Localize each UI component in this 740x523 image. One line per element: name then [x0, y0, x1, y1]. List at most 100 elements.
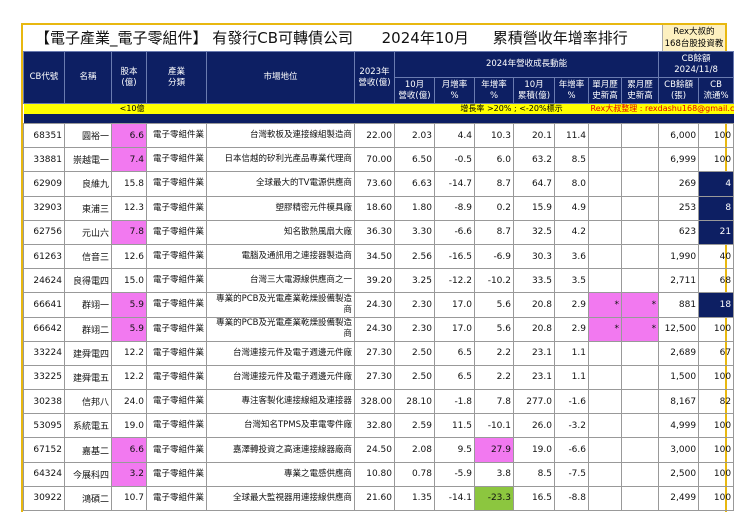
cell-yoy: -6.9	[474, 243, 514, 270]
cell-cum-high: *	[620, 292, 660, 318]
header-mom: 月增率 %	[434, 77, 475, 104]
header-cum-high: 累月歷 史新高	[620, 77, 660, 104]
cell-cb-pct: 68	[698, 268, 735, 294]
table-row: 62756 元山六 7.8 電子零組件業 知名散熱風扇大廠 36.30 3.30 -6.6 8.…	[23, 219, 735, 245]
cell-cb-code: 62909	[23, 171, 65, 197]
cell-oct-rev: 6.50	[394, 147, 435, 173]
table-row: 30238 信邦八 24.0 電子零組件業 專注客製化連接線組及連接器 328.00 28.…	[23, 389, 735, 415]
cell-industry: 電子零組件業	[146, 268, 207, 294]
cell-cum-yoy: 3.6	[554, 243, 589, 270]
cell-cb-code: 33225	[23, 364, 65, 391]
cell-mom: -14.7	[434, 171, 475, 197]
cell-industry: 電子零組件業	[146, 437, 207, 463]
cell-yoy: -10.1	[474, 413, 514, 439]
cell-capital: 6.6	[111, 437, 147, 463]
cell-month-high: *	[588, 292, 622, 318]
cell-mom: -6.6	[434, 219, 475, 245]
cell-yoy: 8.7	[474, 171, 514, 197]
cell-yoy: 7.8	[474, 389, 514, 415]
cell-rev-2023: 39.20	[354, 268, 395, 294]
table-row: 53095 系統電五 19.0 電子零組件業 台灣知名TPMS及車電零件廠 32.80 2.…	[23, 413, 735, 439]
cell-month-high	[588, 268, 622, 294]
cell-cb-code: 24624	[23, 268, 65, 294]
cell-capital: 12.6	[111, 243, 147, 270]
cell-capital: 6.6	[111, 122, 147, 149]
cell-yoy: 6.0	[474, 147, 514, 173]
cell-rev-2023: 27.30	[354, 340, 395, 366]
cell-cum-yoy: 2.9	[554, 316, 589, 342]
page-title: 【電子產業_電子零組件】 有發行CB可轉債公司 2024年10月 累積營收年增率…	[35, 29, 628, 47]
cell-cb-pct: 100	[698, 122, 735, 149]
cell-cum-high	[620, 437, 660, 463]
header-group-2024: 2024年營收成長動能	[393, 51, 660, 78]
cell-market-position: 台灣知名TPMS及車電零件廠	[206, 413, 355, 439]
cell-market-position: 專業之電感供應商	[206, 461, 355, 487]
brand-badge: Rex大叔的168台股投資教室	[662, 25, 725, 61]
cell-cum-rev: 63.2	[513, 147, 555, 173]
cell-cum-rev: 30.3	[513, 243, 555, 270]
cell-name: 群翊二	[64, 316, 112, 342]
cell-industry: 電子零組件業	[146, 292, 207, 318]
cell-oct-rev: 2.50	[394, 340, 435, 366]
cell-industry: 電子零組件業	[146, 413, 207, 439]
cell-yoy: 0.2	[474, 195, 514, 221]
cell-name: 崇越電一	[64, 147, 112, 173]
cell-rev-2023: 24.30	[354, 292, 395, 318]
cell-cb-balance: 2,689	[658, 340, 700, 366]
cell-capital: 7.4	[111, 147, 147, 173]
cell-mom: -14.1	[434, 485, 475, 512]
header-capital: 股本 (億)	[111, 51, 147, 104]
cell-name: 系統電五	[64, 413, 112, 439]
cell-capital: 12.2	[111, 340, 147, 366]
cell-cum-rev: 20.1	[513, 122, 555, 149]
cell-oct-rev: 3.30	[394, 219, 435, 245]
cell-industry: 電子零組件業	[146, 485, 207, 512]
cell-cb-balance: 8,167	[658, 389, 700, 415]
cell-mom: -1.8	[434, 389, 475, 415]
cell-cb-balance: 6,999	[658, 147, 700, 173]
cell-industry: 電子零組件業	[146, 195, 207, 221]
cell-market-position: 台灣軟板及連接線組製造商	[206, 122, 355, 149]
cell-month-high	[588, 485, 622, 512]
cell-capital: 3.2	[111, 461, 147, 487]
header-rev2023: 2023年 營收(億)	[354, 51, 395, 104]
cell-market-position: 專業的PCB及光電產業乾燥設備製造商	[206, 316, 355, 342]
note-small-capital: <10億	[23, 103, 147, 114]
cell-mom: 17.0	[434, 316, 475, 342]
cell-capital: 12.2	[111, 364, 147, 391]
note-rule: 增長率 >20% ; <-20%標示	[434, 103, 589, 114]
cell-oct-rev: 2.03	[394, 122, 435, 149]
cell-cum-rev: 15.9	[513, 195, 555, 221]
cell-name: 群翊一	[64, 292, 112, 318]
cell-rev-2023: 32.80	[354, 413, 395, 439]
cell-cb-balance: 1,500	[658, 364, 700, 391]
cell-mom: 17.0	[434, 292, 475, 318]
header-cb-balance: CB餘額 (張)	[658, 77, 700, 104]
cell-cb-code: 32903	[23, 195, 65, 221]
cell-name: 圓裕一	[64, 122, 112, 149]
cell-rev-2023: 22.00	[354, 122, 395, 149]
cell-cum-rev: 26.0	[513, 413, 555, 439]
cell-cum-yoy: -1.6	[554, 389, 589, 415]
cell-cb-balance: 3,000	[658, 437, 700, 463]
cell-market-position: 塑膠精密元件模具廠	[206, 195, 355, 221]
cell-oct-rev: 2.08	[394, 437, 435, 463]
cell-rev-2023: 27.30	[354, 364, 395, 391]
cell-cb-code: 30238	[23, 389, 65, 415]
cell-cum-high	[620, 461, 660, 487]
cell-rev-2023: 328.00	[354, 389, 395, 415]
cell-cb-pct: 8	[698, 195, 735, 221]
cell-cum-high	[620, 147, 660, 173]
cell-rev-2023: 36.30	[354, 219, 395, 245]
cell-capital: 15.0	[111, 268, 147, 294]
cell-cb-code: 68351	[23, 122, 65, 149]
cell-mom: -0.5	[434, 147, 475, 173]
header-cum-yoy: 年增率 %	[554, 77, 589, 104]
cell-market-position: 台灣連接元件及電子週邊元件廠	[206, 340, 355, 366]
cell-cb-pct: 100	[698, 364, 735, 391]
cell-oct-rev: 2.59	[394, 413, 435, 439]
cell-cb-balance: 12,500	[658, 316, 700, 342]
cell-name: 鴻碩二	[64, 485, 112, 512]
cell-rev-2023: 73.60	[354, 171, 395, 197]
cell-cb-code: 33224	[23, 340, 65, 366]
